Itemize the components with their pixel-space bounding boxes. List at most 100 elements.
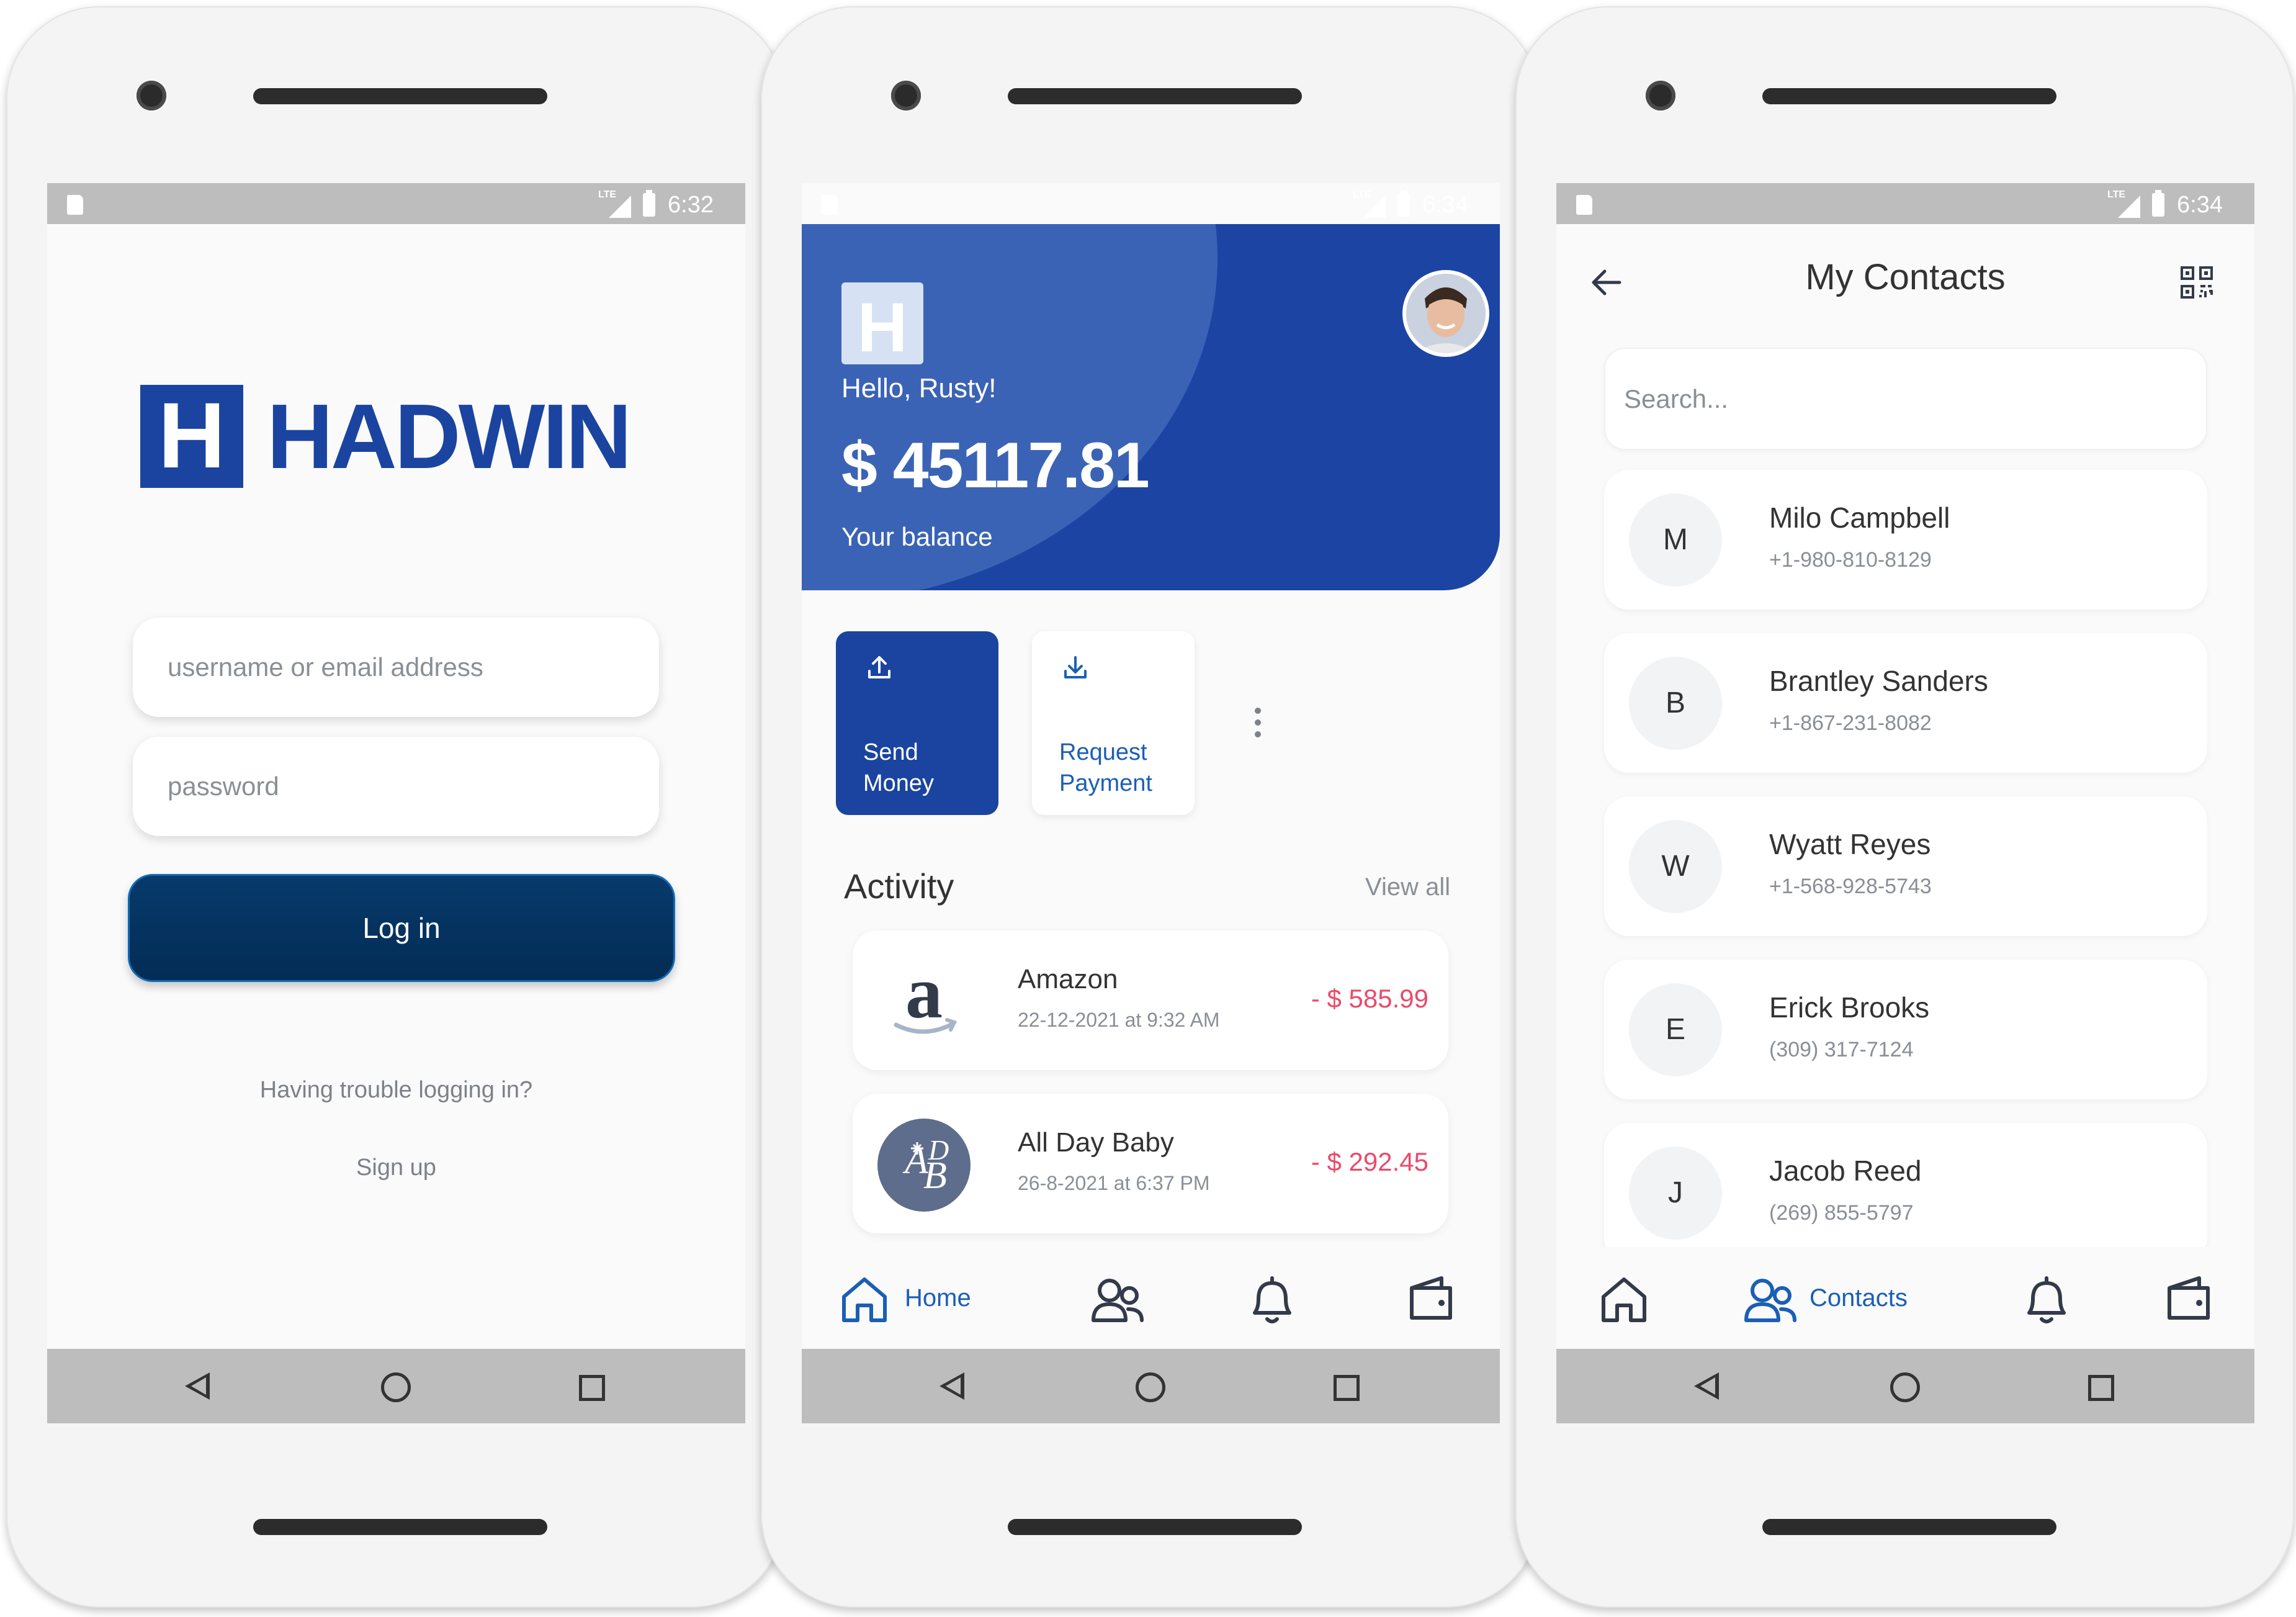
contact-initial: E	[1629, 983, 1722, 1076]
contact-row[interactable]: B Brantley Sanders +1-867-231-8082	[1604, 633, 2207, 773]
nav-recents-icon[interactable]	[1334, 1375, 1360, 1401]
avatar[interactable]	[1402, 270, 1489, 357]
contacts-icon	[1092, 1279, 1144, 1322]
nav-back-icon[interactable]	[939, 1372, 964, 1400]
sd-card-icon	[67, 195, 83, 215]
contact-row[interactable]: J Jacob Reed (269) 855-5797	[1604, 1123, 2207, 1263]
send-money-button[interactable]: Send Money	[836, 631, 998, 815]
balance-amount: $ 45117.81	[841, 430, 1150, 502]
contact-name: Milo Campbell	[1769, 502, 1950, 534]
signal-icon	[609, 196, 631, 218]
tab-home[interactable]	[1599, 1247, 1661, 1349]
contact-name: Wyatt Reyes	[1769, 828, 1931, 860]
phone-contacts: LTE 6:34 My Contacts M Milo Campbell +1-…	[1515, 6, 2294, 1608]
transaction-name: All Day Baby	[1018, 1127, 1174, 1158]
password-input[interactable]	[133, 737, 659, 836]
tab-home[interactable]: Home	[839, 1247, 994, 1349]
status-time: 6:34	[2177, 192, 2223, 218]
transaction-row[interactable]: a Amazon 22-12-2021 at 9:32 AM - $ 585.9…	[853, 930, 1448, 1070]
login-button[interactable]: Log in	[128, 874, 675, 982]
sd-card-icon	[822, 195, 838, 215]
tab-contacts-label: Contacts	[1809, 1284, 1908, 1312]
contacts-screen: LTE 6:34 My Contacts M Milo Campbell +1-…	[1556, 183, 2254, 1423]
contact-name: Jacob Reed	[1769, 1155, 1922, 1187]
wallet-icon	[2168, 1276, 2210, 1320]
request-payment-label: Request Payment	[1059, 737, 1152, 799]
nav-home-icon[interactable]	[1890, 1372, 1920, 1402]
contact-name: Erick Brooks	[1769, 991, 1930, 1024]
contact-row[interactable]: W Wyatt Reyes +1-568-928-5743	[1604, 796, 2207, 936]
status-bar: LTE 6:32	[47, 183, 745, 224]
balance-header: H Hello, Rusty! $ 45117.81 Your balance	[802, 224, 1500, 590]
tab-notifications[interactable]	[1249, 1247, 1311, 1349]
activity-heading: Activity	[844, 867, 954, 906]
nav-recents-icon[interactable]	[2088, 1375, 2114, 1401]
transaction-name: Amazon	[1018, 964, 1118, 994]
android-nav-bar	[47, 1349, 745, 1423]
contact-name: Brantley Sanders	[1769, 665, 1988, 697]
contact-initial: J	[1629, 1146, 1722, 1240]
search-input[interactable]	[1604, 348, 2207, 450]
transaction-date: 22-12-2021 at 9:32 AM	[1018, 1009, 1220, 1031]
bottom-tab-bar: Contacts	[1556, 1247, 2254, 1349]
battery-icon	[1397, 190, 1410, 217]
transaction-row[interactable]: A B D All Day Baby 26-8-2021 at 6:37 PM …	[853, 1094, 1448, 1233]
contact-phone: +1-867-231-8082	[1769, 711, 1932, 735]
tab-home-label: Home	[905, 1284, 971, 1312]
upload-icon	[868, 656, 890, 678]
tab-contacts[interactable]: Contacts	[1742, 1247, 1941, 1349]
android-nav-bar	[802, 1349, 1500, 1423]
nav-back-icon[interactable]	[1694, 1372, 1719, 1400]
request-payment-line1: Request	[1059, 739, 1147, 765]
username-input[interactable]	[133, 618, 659, 717]
tab-wallet[interactable]	[1407, 1247, 1469, 1349]
contacts-icon	[1744, 1279, 1796, 1322]
status-bar: LTE 6:34	[802, 183, 1500, 224]
battery-icon	[643, 190, 655, 217]
bottom-speaker	[1762, 1519, 2056, 1535]
nav-home-icon[interactable]	[381, 1372, 411, 1402]
signal-icon	[2118, 196, 2140, 218]
download-icon	[1064, 656, 1087, 678]
svg-text:D: D	[928, 1134, 949, 1166]
status-bar: LTE 6:34	[1556, 183, 2254, 224]
trouble-logging-link[interactable]: Having trouble logging in?	[47, 1077, 745, 1104]
tab-notifications[interactable]	[2023, 1247, 2085, 1349]
request-payment-button[interactable]: Request Payment	[1032, 631, 1195, 815]
request-payment-line2: Payment	[1059, 770, 1152, 796]
bottom-speaker	[253, 1519, 547, 1535]
nav-back-icon[interactable]	[185, 1372, 210, 1400]
transaction-amount: - $ 292.45	[1311, 1147, 1428, 1176]
qr-code-icon[interactable]	[2178, 264, 2215, 301]
bell-icon	[2027, 1276, 2066, 1323]
greeting-text: Hello, Rusty!	[841, 373, 997, 403]
wallet-icon	[1410, 1276, 1452, 1320]
android-nav-bar	[1556, 1349, 2254, 1423]
contact-initial: M	[1629, 493, 1722, 587]
contact-phone: (309) 317-7124	[1769, 1038, 1914, 1061]
svg-text:a: a	[905, 955, 943, 1034]
earpiece-speaker	[1008, 88, 1302, 104]
app-badge: H	[841, 282, 923, 366]
contact-row[interactable]: E Erick Brooks (309) 317-7124	[1604, 960, 2207, 1099]
view-all-link[interactable]: View all	[1365, 873, 1450, 901]
nav-recents-icon[interactable]	[579, 1375, 605, 1401]
avatar-person-icon	[1406, 274, 1486, 353]
tab-contacts[interactable]	[1090, 1247, 1152, 1349]
tab-wallet[interactable]	[2164, 1247, 2226, 1349]
nav-home-icon[interactable]	[1136, 1372, 1165, 1402]
sign-up-link[interactable]: Sign up	[47, 1155, 745, 1181]
send-money-label: Send Money	[863, 737, 934, 799]
logo-mark: H	[140, 385, 243, 488]
contact-phone: (269) 855-5797	[1769, 1201, 1914, 1225]
contact-row[interactable]: M Milo Campbell +1-980-810-8129	[1604, 470, 2207, 610]
transaction-amount: - $ 585.99	[1311, 984, 1428, 1013]
all-day-baby-logo-icon: A B D	[877, 1119, 971, 1212]
bottom-speaker	[1008, 1519, 1302, 1535]
phone-login: LTE 6:32 H HADWIN Log in Having trouble …	[6, 6, 785, 1608]
bottom-tab-bar: Home	[802, 1247, 1500, 1349]
more-options-icon[interactable]	[1249, 708, 1267, 745]
battery-icon	[2152, 190, 2164, 217]
phone-home: H Hello, Rusty! $ 45117.81 Your balance …	[761, 6, 1540, 1608]
home-icon	[1602, 1277, 1646, 1322]
